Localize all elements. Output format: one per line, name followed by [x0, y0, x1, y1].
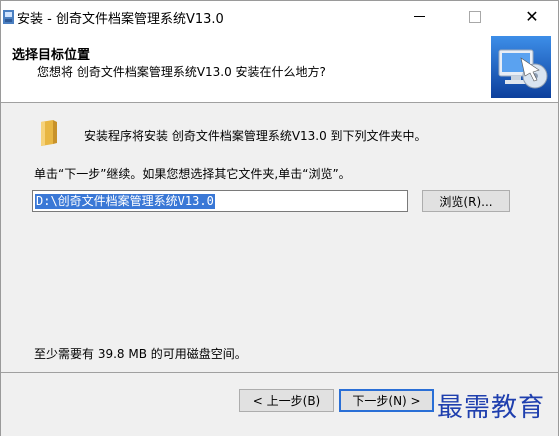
page-subtitle: 您想将 创奇文件档案管理系统V13.0 安装在什么地方?	[37, 65, 326, 79]
page-title: 选择目标位置	[12, 48, 91, 63]
instruction-text: 单击“下一步”继续。如果您想选择其它文件夹,单击“浏览”。	[34, 167, 351, 181]
back-button[interactable]: < 上一步(B)	[239, 389, 334, 412]
folder-icon	[41, 120, 57, 146]
disk-space-text: 至少需要有 39.8 MB 的可用磁盘空间。	[34, 347, 247, 361]
install-intro-text: 安装程序将安装 创奇文件档案管理系统V13.0 到下列文件夹中。	[84, 129, 427, 143]
next-button[interactable]: 下一步(N) >	[339, 389, 434, 412]
close-icon: ✕	[525, 7, 539, 26]
wizard-header: 选择目标位置 您想将 创奇文件档案管理系统V13.0 安装在什么地方?	[1, 32, 558, 103]
installer-app-icon	[3, 10, 14, 24]
minimize-button[interactable]	[396, 1, 442, 32]
wizard-footer: < 上一步(B) 下一步(N) > 最需教育	[1, 372, 558, 436]
computer-disc-icon	[491, 36, 551, 98]
minimize-icon	[413, 16, 425, 17]
installer-window: 安装 - 创奇文件档案管理系统V13.0 ✕ 选择目标位置 您想将 创奇文件档案…	[0, 0, 559, 436]
maximize-icon	[469, 10, 481, 23]
title-bar[interactable]: 安装 - 创奇文件档案管理系统V13.0 ✕	[1, 1, 558, 32]
window-title: 安装 - 创奇文件档案管理系统V13.0	[17, 12, 224, 27]
destination-path-input[interactable]: D:\创奇文件档案管理系统V13.0	[32, 190, 408, 212]
destination-path-value: D:\创奇文件档案管理系统V13.0	[35, 194, 215, 209]
browse-button[interactable]: 浏览(R)...	[422, 190, 510, 212]
close-button[interactable]: ✕	[509, 1, 555, 32]
maximize-button[interactable]	[452, 1, 498, 32]
watermark-text: 最需教育	[437, 393, 546, 423]
